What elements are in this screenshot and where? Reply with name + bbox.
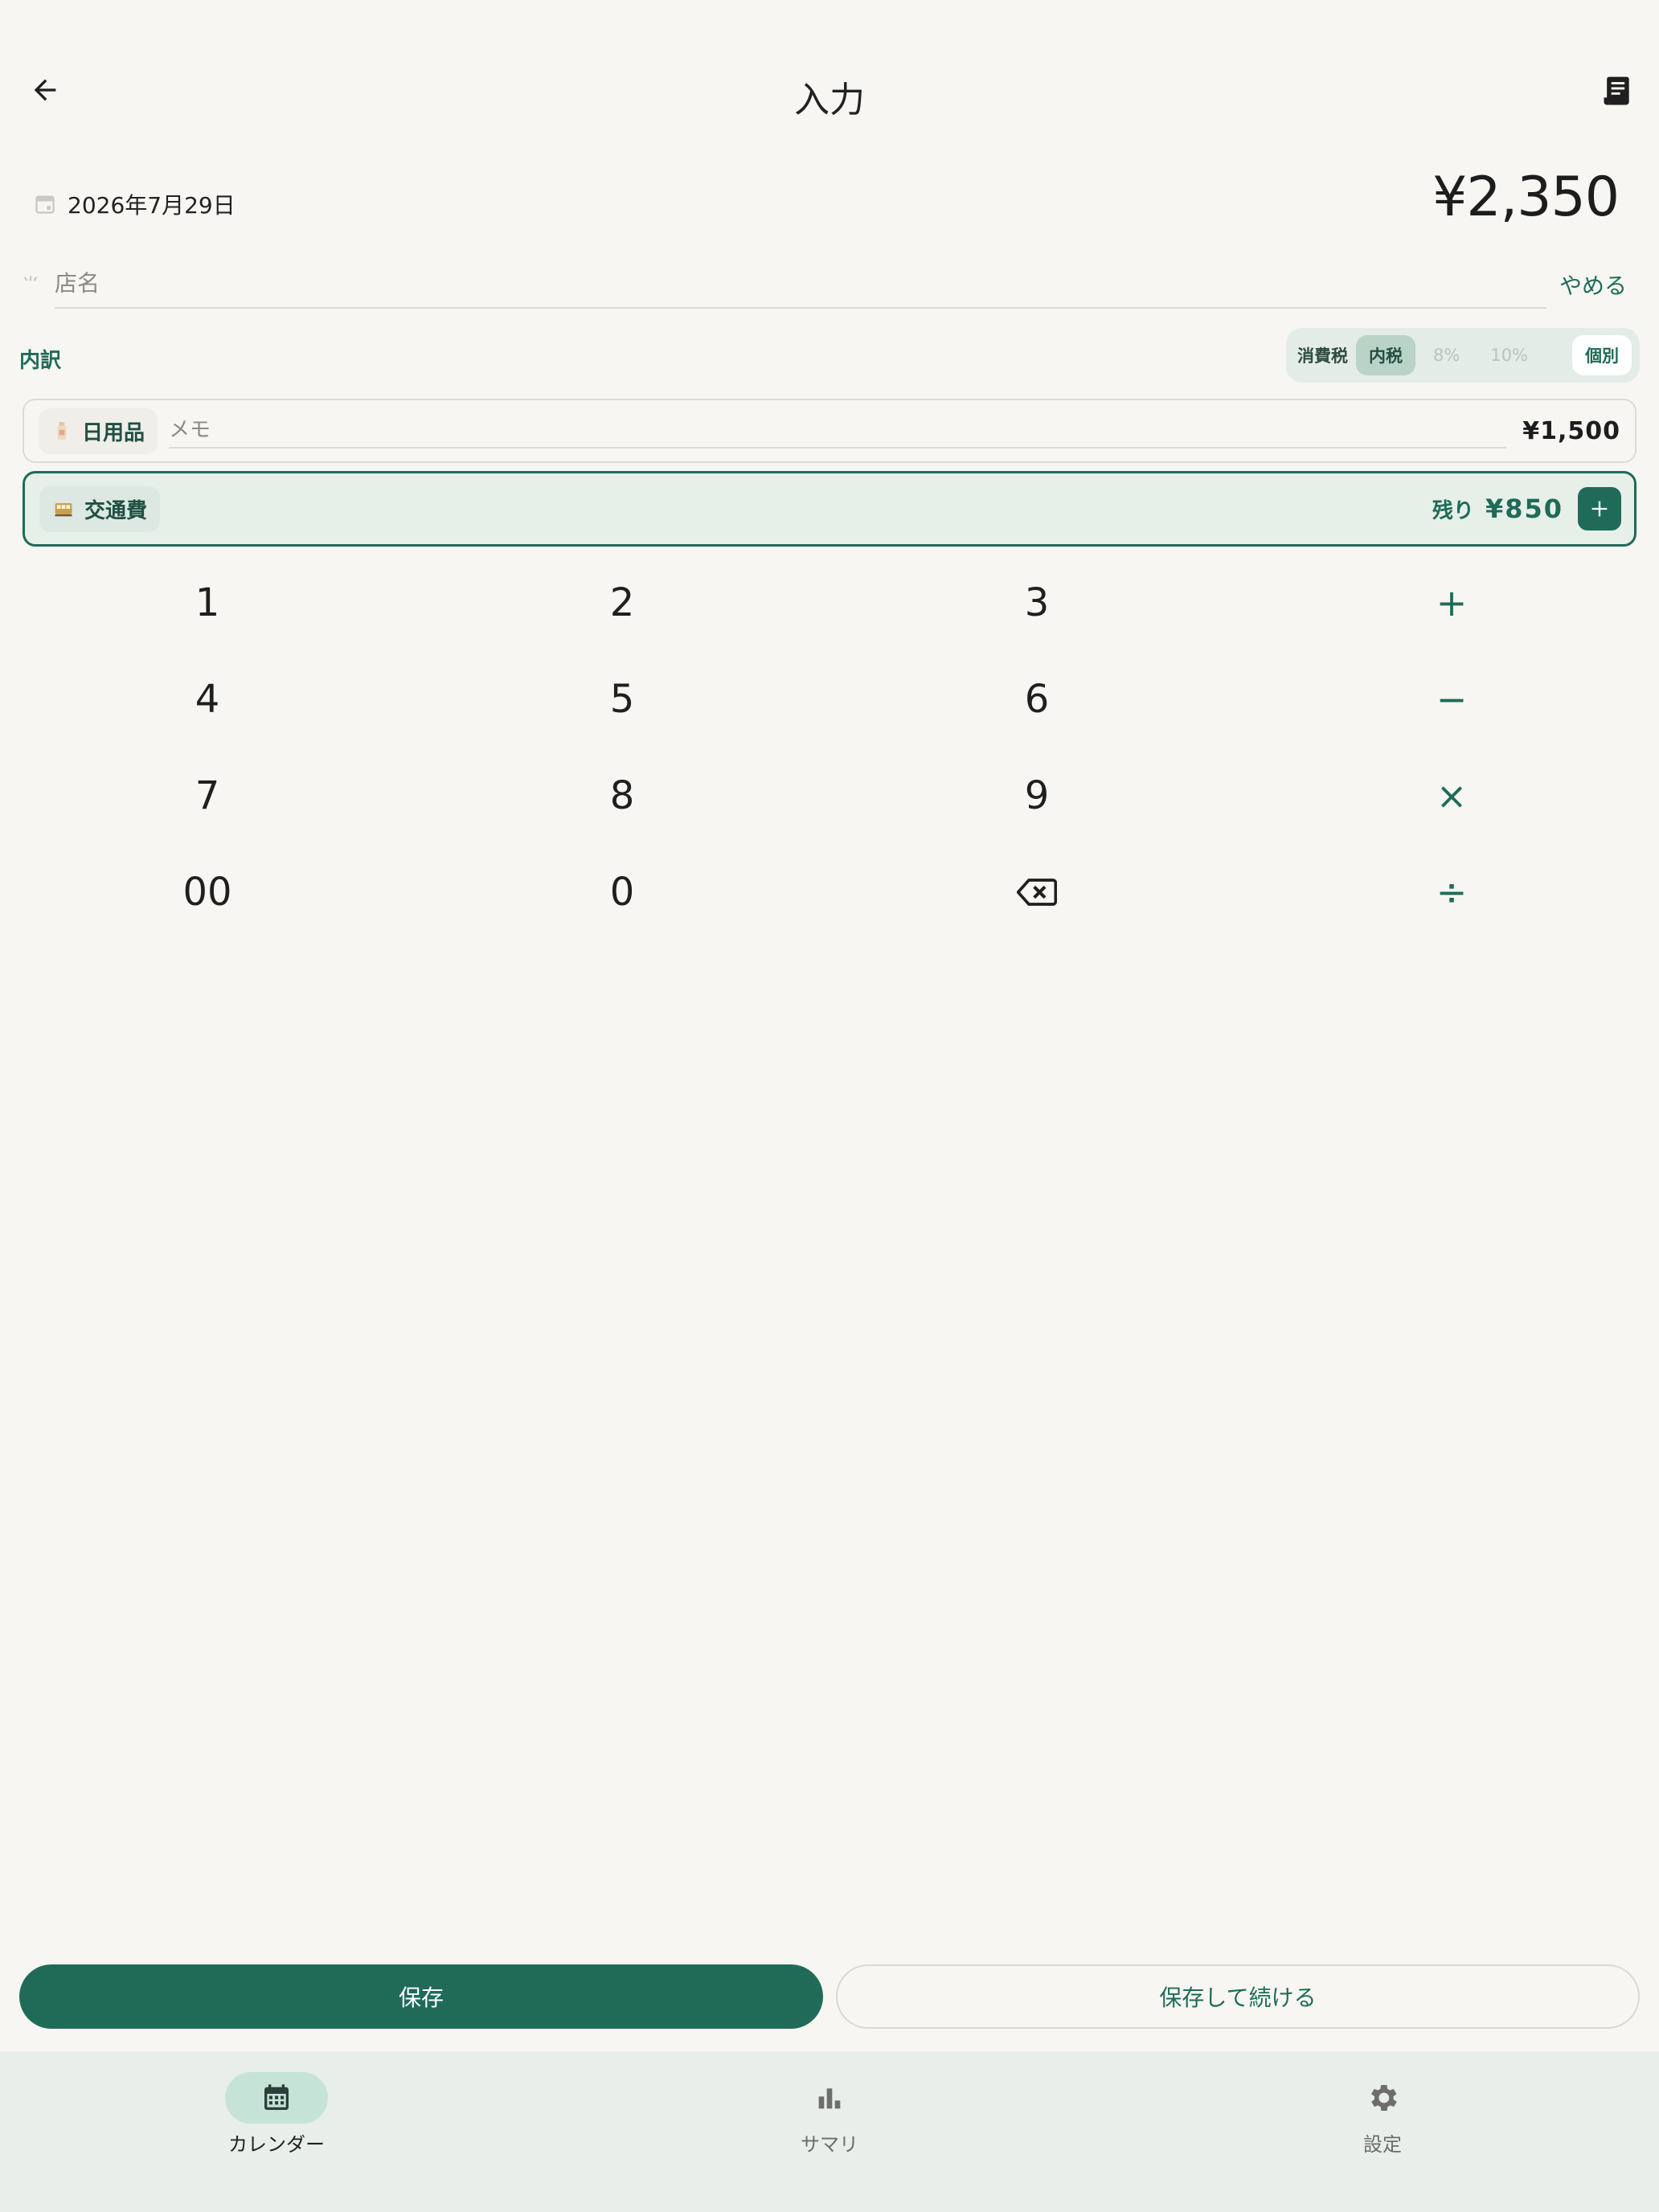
key-8[interactable]: 8 [415, 748, 830, 844]
receipt-icon [1604, 76, 1629, 105]
nav-item-calendar[interactable]: カレンダー [156, 2072, 397, 2157]
nav-item-summary[interactable]: サマリ [709, 2072, 950, 2157]
calendar-icon [264, 2084, 289, 2110]
remaining-amount: ¥850 [1485, 494, 1563, 524]
key-divide[interactable]: ÷ [1244, 844, 1659, 940]
key-6[interactable]: 6 [830, 651, 1244, 748]
key-plus[interactable]: + [1244, 555, 1659, 651]
total-amount: ¥2,350 [1432, 166, 1620, 229]
tax-option-10[interactable]: 10% [1477, 338, 1541, 373]
backspace-icon [1017, 879, 1057, 906]
add-item-button[interactable] [1578, 487, 1621, 530]
nav-label: 設定 [1363, 2133, 1402, 2156]
remaining-label: 残り [1432, 498, 1474, 523]
breakdown-item: 日用品 ¥1,500 [23, 399, 1636, 463]
key-multiply[interactable]: × [1244, 748, 1659, 844]
tax-label: 消費税 [1297, 346, 1348, 366]
plus-icon [1591, 501, 1608, 517]
calendar-small-icon [35, 195, 55, 214]
key-0[interactable]: 0 [415, 844, 830, 940]
category-chip[interactable]: 日用品 [39, 408, 158, 454]
breakdown-item-active: 交通費 残り ¥850 [23, 471, 1636, 547]
nav-item-settings[interactable]: 設定 [1262, 2072, 1503, 2157]
nav-indicator [225, 2072, 328, 2124]
save-and-continue-button[interactable]: 保存して続ける [836, 1964, 1640, 2029]
bottle-icon [57, 422, 67, 440]
page-title: 入力 [794, 80, 865, 121]
key-4[interactable]: 4 [0, 651, 415, 748]
category-chip[interactable]: 交通費 [39, 485, 161, 532]
date-picker[interactable]: 2026年7月29日 [34, 188, 236, 220]
key-9[interactable]: 9 [830, 748, 1244, 844]
key-minus[interactable]: − [1244, 651, 1659, 748]
nav-label: サマリ [801, 2133, 858, 2156]
nav-label: カレンダー [228, 2133, 325, 2156]
cancel-button[interactable]: やめる [1559, 268, 1627, 301]
store-row [19, 265, 1546, 309]
nav-indicator [1331, 2072, 1434, 2124]
key-1[interactable]: 1 [0, 555, 415, 651]
breakdown-label: 内訳 [19, 349, 62, 373]
train-icon [55, 503, 72, 517]
tax-option-individual[interactable]: 個別 [1572, 335, 1632, 375]
category-label: 日用品 [82, 420, 145, 445]
tax-option-8[interactable]: 8% [1420, 338, 1473, 373]
gear-icon [1371, 2085, 1397, 2111]
bar-chart-icon [818, 2088, 841, 2109]
bottom-navigation: カレンダー サマリ 設定 [0, 2051, 1659, 2212]
tax-segmented-control: 消費税 内税 8% 10% 個別 [1286, 328, 1640, 383]
receipt-button[interactable] [1600, 74, 1640, 114]
category-label: 交通費 [84, 498, 148, 523]
key-3[interactable]: 3 [830, 555, 1244, 651]
key-5[interactable]: 5 [415, 651, 830, 748]
store-name-input[interactable] [55, 265, 1546, 309]
key-7[interactable]: 7 [0, 748, 415, 844]
keypad: 1 2 3 + 4 5 6 − 7 8 9 × 00 0 ÷ [0, 555, 1659, 940]
key-backspace[interactable] [830, 844, 1244, 940]
save-button[interactable]: 保存 [19, 1964, 823, 2029]
item-amount[interactable]: ¥1,500 [1522, 417, 1620, 445]
date-text: 2026年7月29日 [68, 192, 236, 219]
key-00[interactable]: 00 [0, 844, 415, 940]
store-icon [23, 276, 38, 281]
memo-input[interactable] [169, 413, 1507, 449]
tax-option-inclusive[interactable]: 内税 [1356, 335, 1415, 375]
nav-indicator [778, 2072, 881, 2124]
key-2[interactable]: 2 [415, 555, 830, 651]
